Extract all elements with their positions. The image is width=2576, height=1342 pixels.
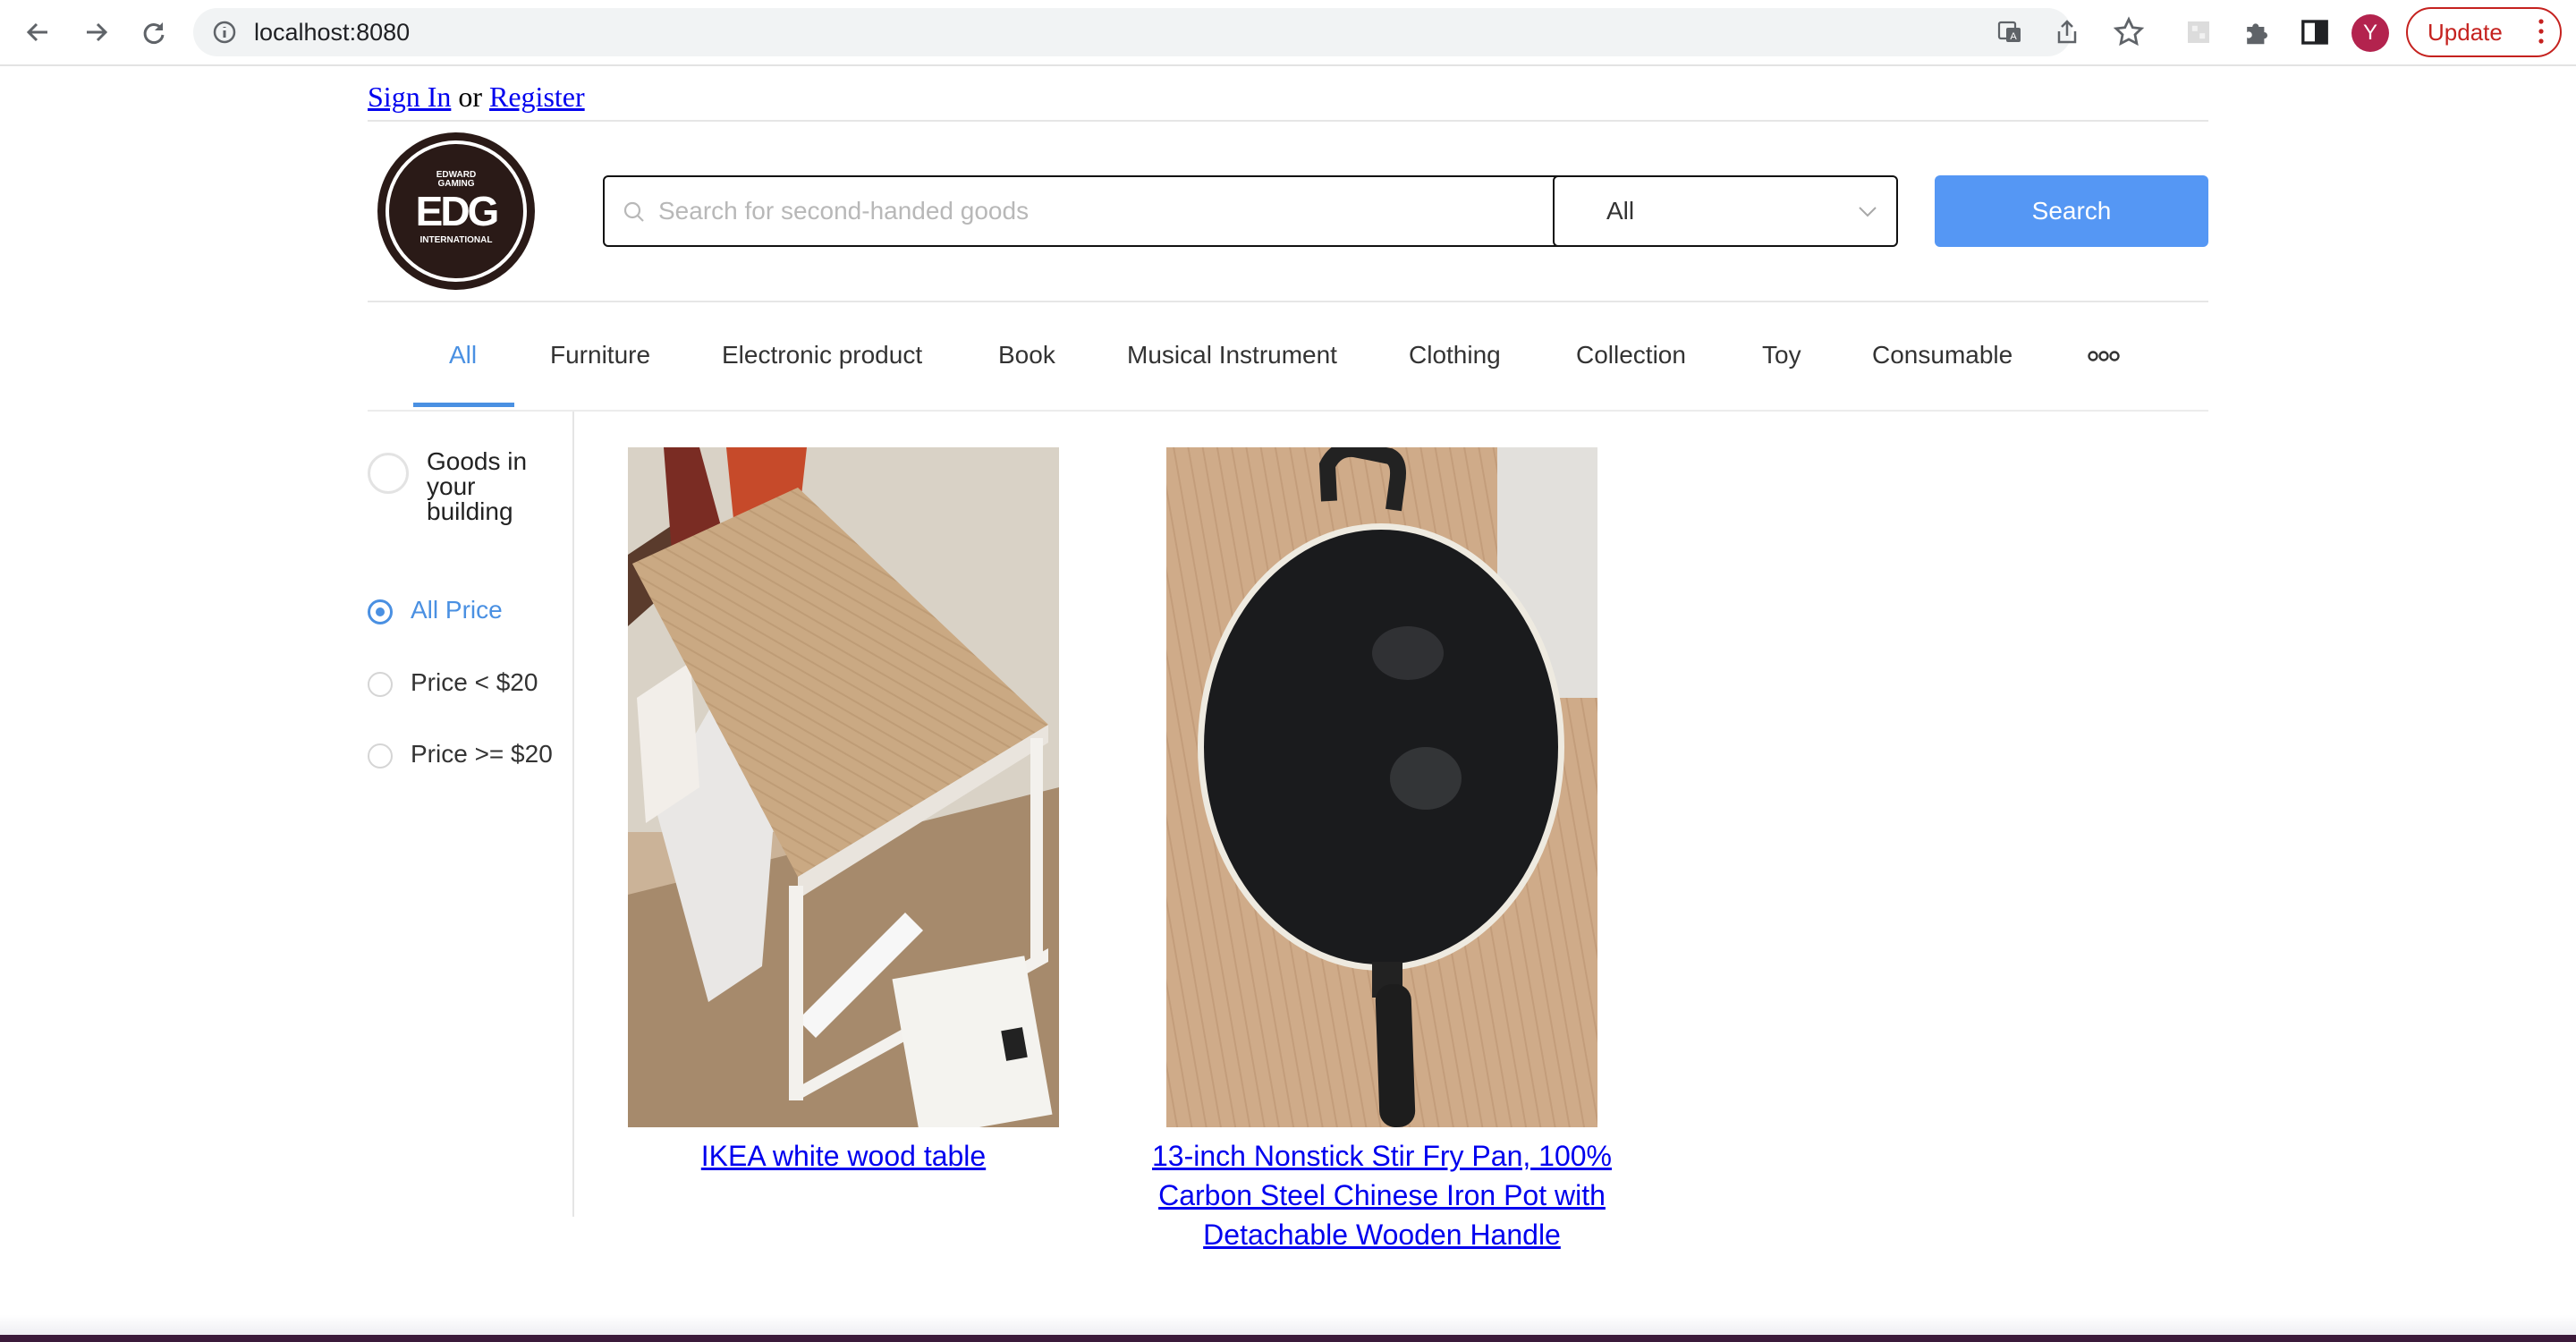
avatar[interactable]: Y — [2351, 14, 2389, 52]
translate-icon[interactable]: A — [1996, 19, 2023, 46]
extension-icon[interactable] — [2182, 16, 2215, 48]
info-icon[interactable] — [211, 19, 238, 46]
sidebar-divider — [572, 412, 574, 1217]
product-image-wok[interactable] — [1166, 447, 1597, 1127]
search-bar: All — [603, 175, 1898, 247]
product-title-wok[interactable]: 13-inch Nonstick Stir Fry Pan, 100% Carb… — [1125, 1136, 1639, 1254]
svg-text:A: A — [2010, 31, 2017, 42]
logo-bottom-text: INTERNATIONAL — [420, 235, 493, 245]
tab-toy[interactable]: Toy — [1762, 306, 1801, 410]
building-toggle-label: Goods in your building — [427, 447, 528, 525]
tab-collection[interactable]: Collection — [1576, 306, 1686, 410]
product-image-table[interactable] — [628, 447, 1059, 1127]
back-icon[interactable] — [18, 13, 57, 52]
radio-price-under-20[interactable] — [368, 672, 393, 697]
logo-main-text: EDG — [416, 188, 497, 234]
tab-clothing[interactable]: Clothing — [1409, 306, 1501, 410]
radio-all-price-label[interactable]: All Price — [411, 596, 503, 624]
url-text[interactable]: localhost:8080 — [254, 8, 410, 56]
menu-dots-icon — [2538, 19, 2544, 44]
tab-all[interactable]: All — [449, 306, 477, 410]
search-input[interactable] — [605, 177, 1553, 245]
update-button[interactable]: Update — [2406, 7, 2562, 57]
update-label: Update — [2428, 19, 2503, 46]
tab-musical-instrument[interactable]: Musical Instrument — [1127, 306, 1337, 410]
tab-electronic-product[interactable]: Electronic product — [722, 306, 922, 410]
auth-or-text: or — [458, 81, 482, 113]
sidepanel-icon[interactable] — [2299, 16, 2331, 48]
divider — [368, 120, 2208, 122]
radio-price-over-20-label[interactable]: Price >= $20 — [411, 740, 553, 769]
radio-all-price[interactable] — [368, 599, 393, 624]
reload-icon[interactable] — [134, 13, 174, 52]
address-bar[interactable]: localhost:8080 A — [193, 8, 2077, 56]
tab-furniture[interactable]: Furniture — [550, 306, 650, 410]
star-icon[interactable] — [2113, 16, 2145, 48]
divider — [368, 301, 2208, 302]
auth-links: Sign In or Register — [368, 81, 585, 114]
building-toggle[interactable] — [368, 453, 409, 494]
register-link[interactable]: Register — [489, 81, 585, 113]
sign-in-link[interactable]: Sign In — [368, 81, 451, 113]
product-title-table[interactable]: IKEA white wood table — [590, 1136, 1097, 1176]
puzzle-icon[interactable] — [2241, 16, 2273, 48]
category-select-value: All — [1606, 197, 1635, 225]
radio-price-over-20[interactable] — [368, 743, 393, 769]
category-select[interactable]: All — [1553, 175, 1898, 247]
more-icon[interactable] — [2087, 350, 2121, 362]
desktop-edge — [0, 1335, 2576, 1342]
tab-book[interactable]: Book — [998, 306, 1055, 410]
active-tab-indicator — [413, 403, 514, 407]
edg-logo[interactable]: EDWARD GAMING EDG INTERNATIONAL — [376, 131, 537, 292]
forward-icon[interactable] — [77, 13, 116, 52]
radio-price-under-20-label[interactable]: Price < $20 — [411, 668, 538, 697]
category-tabs: All Furniture Electronic product Book Mu… — [368, 306, 2208, 412]
chevron-down-icon — [1859, 207, 1877, 217]
share-icon[interactable] — [2054, 19, 2080, 46]
tab-consumable[interactable]: Consumable — [1872, 306, 2012, 410]
browser-toolbar: localhost:8080 A Y Update — [0, 0, 2576, 66]
search-button[interactable]: Search — [1935, 175, 2208, 247]
